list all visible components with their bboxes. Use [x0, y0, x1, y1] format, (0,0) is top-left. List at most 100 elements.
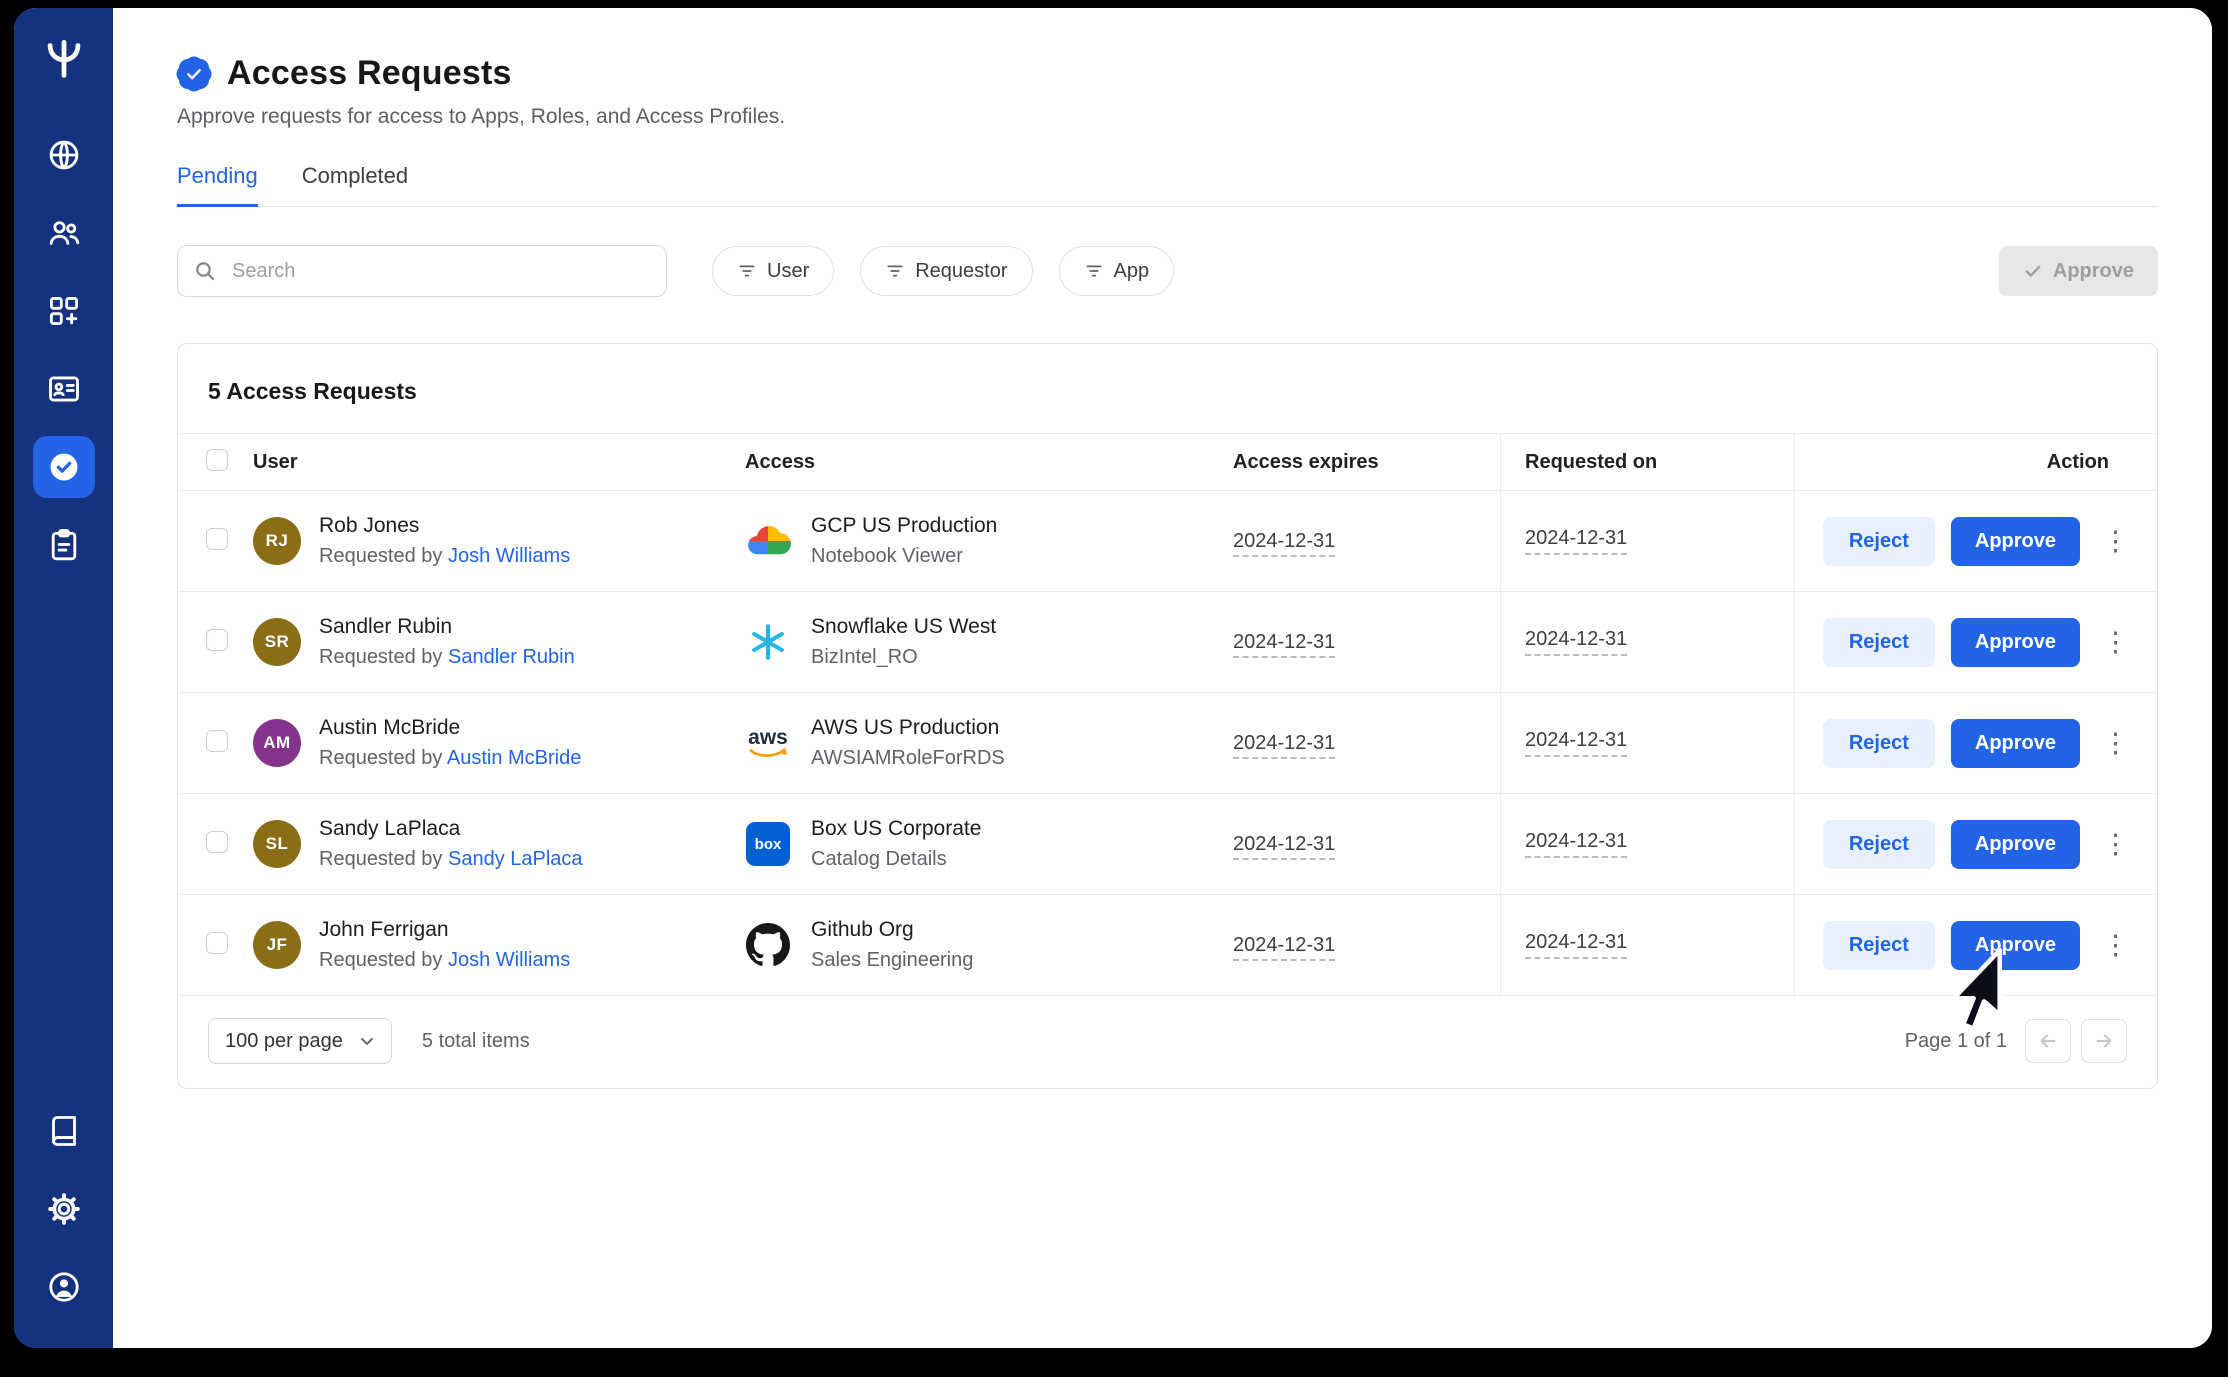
user-name: Austin McBride: [319, 716, 581, 740]
tab-bar: Pending Completed: [177, 163, 2158, 207]
gcp-icon: [745, 522, 791, 560]
entitlement: Catalog Details: [811, 848, 981, 871]
reject-button[interactable]: Reject: [1823, 719, 1935, 768]
users-icon: [46, 215, 82, 251]
row-menu-icon[interactable]: ⋮: [2096, 524, 2135, 559]
bulk-approve-label: Approve: [2053, 260, 2134, 283]
sidebar-item-apps[interactable]: [33, 280, 95, 342]
row-checkbox[interactable]: [206, 932, 228, 954]
reject-button[interactable]: Reject: [1823, 618, 1935, 667]
user-name: Sandy LaPlaca: [319, 817, 583, 841]
filter-icon: [885, 261, 905, 281]
row-checkbox[interactable]: [206, 629, 228, 651]
approve-button[interactable]: Approve: [1951, 517, 2080, 566]
per-page-select[interactable]: 100 per page: [208, 1018, 392, 1064]
filter-requestor-button[interactable]: Requestor: [860, 246, 1032, 296]
check-icon: [2023, 261, 2043, 281]
filter-user-button[interactable]: User: [712, 246, 834, 296]
filter-requestor-label: Requestor: [915, 260, 1007, 283]
snowflake-icon: [745, 622, 791, 662]
requester-link[interactable]: Sandy LaPlaca: [448, 848, 583, 870]
entitlement: BizIntel_RO: [811, 646, 996, 669]
entitlement: Notebook Viewer: [811, 545, 997, 568]
row-menu-icon[interactable]: ⋮: [2096, 726, 2135, 761]
avatar: SR: [253, 618, 301, 666]
avatar: SL: [253, 820, 301, 868]
access-requests-card: 5 Access Requests User Access Access exp…: [177, 343, 2158, 1089]
requester-link[interactable]: Josh Williams: [448, 949, 570, 971]
page-subtitle: Approve requests for access to Apps, Rol…: [177, 105, 2158, 129]
badge-check-icon: [46, 449, 82, 485]
reject-button[interactable]: Reject: [1823, 820, 1935, 869]
row-checkbox[interactable]: [206, 528, 228, 550]
sidebar-nav: [33, 124, 95, 576]
row-menu-icon[interactable]: ⋮: [2096, 625, 2135, 660]
sidebar-item-settings[interactable]: [33, 1178, 95, 1240]
box-icon: box: [745, 822, 791, 866]
page-header: Access Requests: [177, 54, 2158, 93]
app-name: Box US Corporate: [811, 817, 981, 841]
requested-by-label: Requested by: [319, 848, 442, 870]
approve-button[interactable]: Approve: [1951, 921, 2080, 970]
reject-button[interactable]: Reject: [1823, 921, 1935, 970]
chevron-down-icon: [357, 1031, 377, 1051]
verified-badge-icon: [177, 57, 211, 91]
sidebar-item-account[interactable]: [33, 1256, 95, 1318]
approve-button[interactable]: Approve: [1951, 618, 2080, 667]
table-header-row: User Access Access expires Requested on …: [178, 433, 2157, 491]
next-page-button[interactable]: [2081, 1019, 2127, 1063]
apps-add-icon: [46, 293, 82, 329]
row-checkbox[interactable]: [206, 730, 228, 752]
app-name: Github Org: [811, 918, 973, 942]
requester-link[interactable]: Sandler Rubin: [448, 646, 575, 668]
requested-on-date: 2024-12-31: [1525, 628, 1627, 656]
requested-on-date: 2024-12-31: [1525, 830, 1627, 858]
page-status: Page 1 of 1: [1905, 1030, 2007, 1053]
select-all-checkbox[interactable]: [206, 449, 228, 471]
reject-button[interactable]: Reject: [1823, 517, 1935, 566]
access-expires-date: 2024-12-31: [1233, 631, 1335, 658]
avatar: RJ: [253, 517, 301, 565]
filter-app-button[interactable]: App: [1059, 246, 1175, 296]
row-menu-icon[interactable]: ⋮: [2096, 827, 2135, 862]
filter-icon: [1084, 261, 1104, 281]
github-icon: [745, 923, 791, 967]
prev-page-button[interactable]: [2025, 1019, 2071, 1063]
sidebar-item-directory[interactable]: [33, 358, 95, 420]
sidebar-item-access-requests[interactable]: [33, 436, 95, 498]
requester-link[interactable]: Josh Williams: [448, 545, 570, 567]
entitlement: AWSIAMRoleForRDS: [811, 747, 1005, 770]
access-expires-date: 2024-12-31: [1233, 934, 1335, 961]
sidebar-item-docs[interactable]: [33, 1100, 95, 1162]
search-input[interactable]: [177, 245, 667, 297]
total-items-label: 5 total items: [422, 1030, 530, 1053]
tab-pending[interactable]: Pending: [177, 163, 258, 207]
entitlement: Sales Engineering: [811, 949, 973, 972]
gear-icon: [46, 1191, 82, 1227]
sidebar-item-users[interactable]: [33, 202, 95, 264]
main-content: Access Requests Approve requests for acc…: [113, 8, 2212, 1348]
row-menu-icon[interactable]: ⋮: [2096, 928, 2135, 963]
access-expires-date: 2024-12-31: [1233, 732, 1335, 759]
page-title: Access Requests: [227, 54, 512, 93]
requested-by-label: Requested by: [319, 545, 442, 567]
requester-link[interactable]: Austin McBride: [447, 747, 582, 769]
approve-button[interactable]: Approve: [1951, 820, 2080, 869]
row-checkbox[interactable]: [206, 831, 228, 853]
bulk-approve-button[interactable]: Approve: [1999, 246, 2158, 296]
table-row: SL Sandy LaPlaca Requested by Sandy LaPl…: [178, 794, 2157, 895]
avatar: JF: [253, 921, 301, 969]
directory-card-icon: [46, 371, 82, 407]
approve-button[interactable]: Approve: [1951, 719, 2080, 768]
per-page-value: 100 per page: [225, 1030, 343, 1053]
table-row: JF John Ferrigan Requested by Josh Willi…: [178, 895, 2157, 996]
column-header-access: Access: [745, 451, 1233, 474]
requested-by-label: Requested by: [319, 646, 442, 668]
sidebar-item-tasks[interactable]: [33, 514, 95, 576]
sidebar-item-globe[interactable]: [33, 124, 95, 186]
account-person-icon: [46, 1269, 82, 1305]
clipboard-icon: [46, 527, 82, 563]
search-icon: [193, 259, 217, 283]
search-box: [177, 245, 667, 297]
tab-completed[interactable]: Completed: [302, 163, 408, 206]
